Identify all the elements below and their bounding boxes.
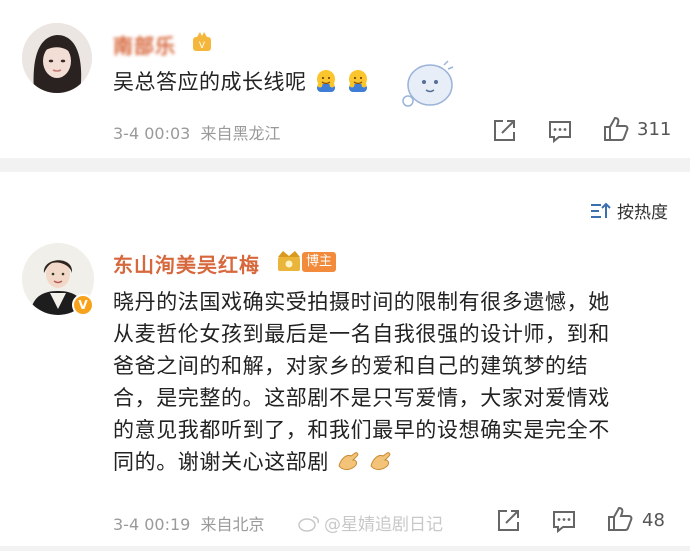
comment-2-line: 爸爸之间的和解，对家乡的爱和自己的建筑梦的结 (113, 354, 589, 378)
sort-by-hot-button[interactable]: 按热度 (589, 198, 668, 223)
hug-emoji-icon (316, 70, 335, 92)
sort-icon (591, 202, 611, 218)
commenter-1-username[interactable]: 南部乐 (113, 30, 176, 59)
comment-2-line: 从麦哲伦女孩到最后是一名自我很强的设计师，到和 (113, 322, 610, 346)
sticker-image[interactable] (396, 57, 458, 111)
comment-card-1: 南部乐 V 吴总答应的成长线呢 3-4 00:03 来自黑龙江 311 (0, 0, 690, 158)
comment-1-meta: 3-4 00:03 来自黑龙江 (113, 124, 281, 143)
comment-2-text: 晓丹的法国戏确实受拍摄时间的限制有很多遗憾，她 从麦哲伦女孩到最后是一名自我很强… (113, 286, 673, 478)
weibo-logo-icon (298, 515, 319, 532)
bottom-divider (0, 546, 690, 551)
comment-2-line: 合，是完整的。这部剧不是只写爱情，大家对爱情戏 (113, 386, 610, 410)
share-icon[interactable] (490, 117, 518, 145)
like-icon[interactable] (606, 505, 634, 533)
clap-emoji-icon (370, 452, 391, 470)
member-badge-icon: V (193, 32, 211, 51)
comment-2-like-count: 48 (642, 510, 665, 531)
comment-2-meta: 3-4 00:19 来自北京 (113, 515, 265, 534)
blogger-badge: 博主 (302, 252, 337, 272)
svg-text:V: V (199, 41, 206, 51)
like-icon[interactable] (602, 115, 630, 143)
crown-icon (278, 251, 300, 271)
comment-icon[interactable] (546, 117, 574, 145)
comment-1-like-count: 311 (637, 119, 672, 140)
comment-icon[interactable] (550, 507, 578, 535)
comment-1-text: 吴总答应的成长线呢 (113, 66, 371, 96)
share-icon[interactable] (494, 507, 522, 535)
avatar-commenter-1[interactable] (22, 23, 92, 93)
comment-2-line: 的意见我都听到了，和我们最早的设想确实是完全不 (113, 418, 610, 442)
watermark: @星婧追剧日记 (298, 510, 443, 535)
section-divider (0, 158, 690, 172)
clap-emoji-icon (338, 452, 359, 470)
comment-2-line: 晓丹的法国戏确实受拍摄时间的限制有很多遗憾，她 (113, 290, 610, 314)
sort-label: 按热度 (617, 203, 668, 223)
verified-badge-icon: V (72, 294, 94, 316)
hug-emoji-icon (348, 70, 367, 92)
comment-2-last-line: 同的。谢谢关心这部剧 (113, 446, 673, 478)
commenter-2-username[interactable]: 东山洵美吴红梅 (113, 249, 260, 278)
